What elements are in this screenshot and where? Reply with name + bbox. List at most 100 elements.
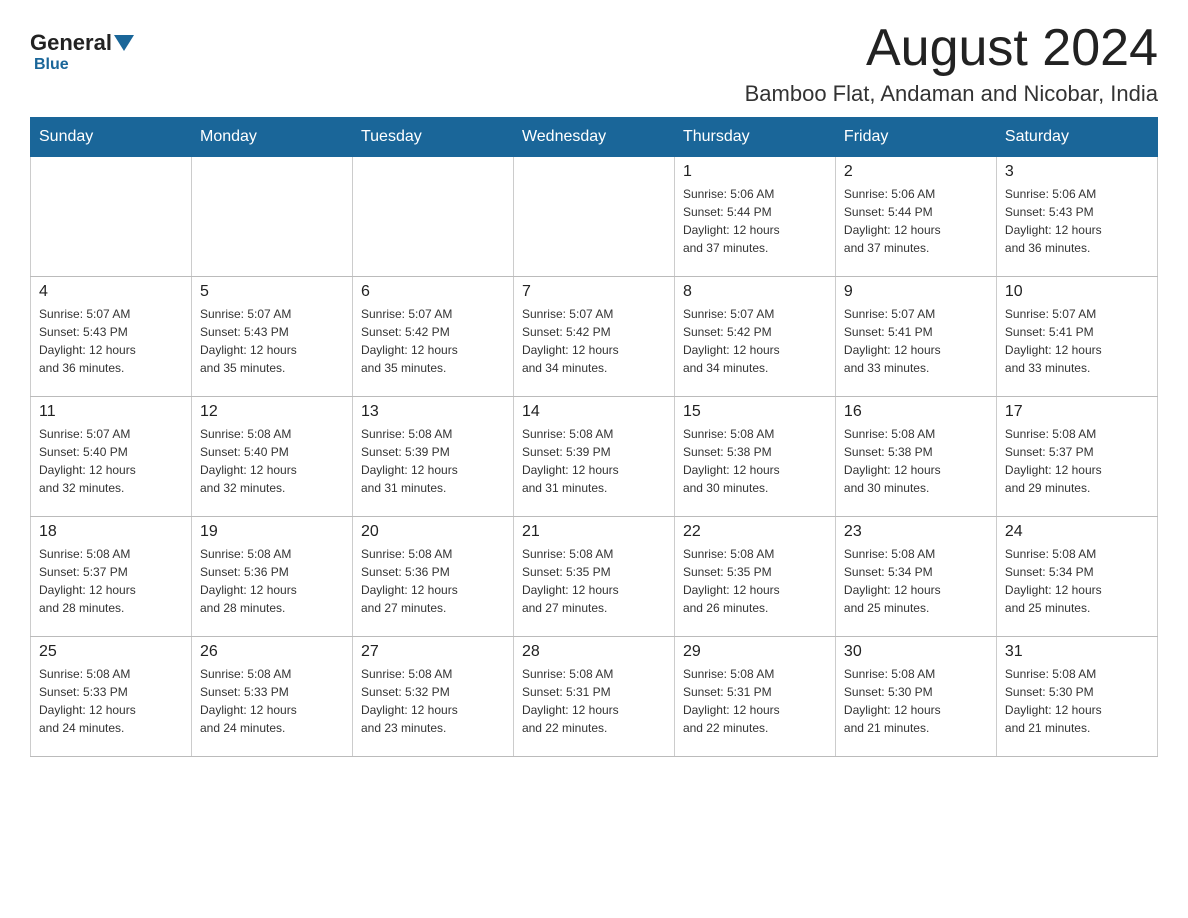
- calendar-cell: 9 Sunrise: 5:07 AM Sunset: 5:41 PM Daylig…: [835, 277, 996, 397]
- day-number: 8: [683, 283, 827, 301]
- day-number: 6: [361, 283, 505, 301]
- day-info: Sunrise: 5:07 AM Sunset: 5:42 PM Dayligh…: [361, 305, 505, 377]
- weekday-header-sunday: Sunday: [31, 118, 192, 157]
- calendar-cell: 16Sunrise: 5:08 AM Sunset: 5:38 PM Dayli…: [835, 397, 996, 517]
- week-row-2: 4 Sunrise: 5:07 AM Sunset: 5:43 PM Daylig…: [31, 277, 1158, 397]
- day-info: Sunrise: 5:07 AM Sunset: 5:42 PM Dayligh…: [522, 305, 666, 377]
- day-info: Sunrise: 5:07 AM Sunset: 5:40 PM Dayligh…: [39, 425, 183, 497]
- day-info: Sunrise: 5:06 AM Sunset: 5:44 PM Dayligh…: [683, 185, 827, 257]
- calendar-cell: [513, 157, 674, 277]
- day-number: 30: [844, 643, 988, 661]
- day-number: 12: [200, 403, 344, 421]
- day-info: Sunrise: 5:08 AM Sunset: 5:36 PM Dayligh…: [200, 545, 344, 617]
- week-row-3: 11Sunrise: 5:07 AM Sunset: 5:40 PM Dayli…: [31, 397, 1158, 517]
- weekday-header-wednesday: Wednesday: [513, 118, 674, 157]
- calendar-cell: 6 Sunrise: 5:07 AM Sunset: 5:42 PM Daylig…: [352, 277, 513, 397]
- day-number: 16: [844, 403, 988, 421]
- day-number: 25: [39, 643, 183, 661]
- calendar-cell: 2 Sunrise: 5:06 AM Sunset: 5:44 PM Daylig…: [835, 157, 996, 277]
- calendar-cell: 25Sunrise: 5:08 AM Sunset: 5:33 PM Dayli…: [31, 637, 192, 757]
- calendar-cell: 22 Sunrise: 5:08 AM Sunset: 5:35 PM Dayli…: [674, 517, 835, 637]
- day-info: Sunrise: 5:08 AM Sunset: 5:40 PM Dayligh…: [200, 425, 344, 497]
- calendar-cell: 18 Sunrise: 5:08 AM Sunset: 5:37 PM Dayli…: [31, 517, 192, 637]
- calendar-cell: 17 Sunrise: 5:08 AM Sunset: 5:37 PM Dayli…: [996, 397, 1157, 517]
- day-info: Sunrise: 5:08 AM Sunset: 5:35 PM Dayligh…: [683, 545, 827, 617]
- day-info: Sunrise: 5:08 AM Sunset: 5:37 PM Dayligh…: [1005, 425, 1149, 497]
- day-info: Sunrise: 5:08 AM Sunset: 5:34 PM Dayligh…: [844, 545, 988, 617]
- day-info: Sunrise: 5:08 AM Sunset: 5:33 PM Dayligh…: [200, 665, 344, 737]
- weekday-header-row: SundayMondayTuesdayWednesdayThursdayFrid…: [31, 118, 1158, 157]
- calendar-cell: 4 Sunrise: 5:07 AM Sunset: 5:43 PM Daylig…: [31, 277, 192, 397]
- day-number: 18: [39, 523, 183, 541]
- day-number: 17: [1005, 403, 1149, 421]
- day-number: 24: [1005, 523, 1149, 541]
- calendar-cell: 24 Sunrise: 5:08 AM Sunset: 5:34 PM Dayli…: [996, 517, 1157, 637]
- week-row-4: 18 Sunrise: 5:08 AM Sunset: 5:37 PM Dayli…: [31, 517, 1158, 637]
- day-info: Sunrise: 5:08 AM Sunset: 5:30 PM Dayligh…: [844, 665, 988, 737]
- day-number: 19: [200, 523, 344, 541]
- logo-arrow-icon: [114, 35, 134, 51]
- day-number: 28: [522, 643, 666, 661]
- day-info: Sunrise: 5:07 AM Sunset: 5:43 PM Dayligh…: [39, 305, 183, 377]
- calendar-title: August 2024: [745, 20, 1158, 77]
- weekday-header-tuesday: Tuesday: [352, 118, 513, 157]
- calendar-cell: [191, 157, 352, 277]
- week-row-1: 1 Sunrise: 5:06 AM Sunset: 5:44 PM Daylig…: [31, 157, 1158, 277]
- calendar-cell: [352, 157, 513, 277]
- day-info: Sunrise: 5:08 AM Sunset: 5:30 PM Dayligh…: [1005, 665, 1149, 737]
- day-number: 31: [1005, 643, 1149, 661]
- day-info: Sunrise: 5:08 AM Sunset: 5:31 PM Dayligh…: [522, 665, 666, 737]
- day-number: 14: [522, 403, 666, 421]
- weekday-header-friday: Friday: [835, 118, 996, 157]
- calendar-cell: 15Sunrise: 5:08 AM Sunset: 5:38 PM Dayli…: [674, 397, 835, 517]
- calendar-table: SundayMondayTuesdayWednesdayThursdayFrid…: [30, 117, 1158, 757]
- day-number: 27: [361, 643, 505, 661]
- calendar-cell: 11Sunrise: 5:07 AM Sunset: 5:40 PM Dayli…: [31, 397, 192, 517]
- day-number: 21: [522, 523, 666, 541]
- day-number: 1: [683, 163, 827, 181]
- calendar-cell: 7 Sunrise: 5:07 AM Sunset: 5:42 PM Daylig…: [513, 277, 674, 397]
- weekday-header-thursday: Thursday: [674, 118, 835, 157]
- logo-general-text: General: [30, 30, 112, 56]
- day-info: Sunrise: 5:06 AM Sunset: 5:43 PM Dayligh…: [1005, 185, 1149, 257]
- calendar-cell: [31, 157, 192, 277]
- day-number: 7: [522, 283, 666, 301]
- weekday-header-monday: Monday: [191, 118, 352, 157]
- day-info: Sunrise: 5:07 AM Sunset: 5:43 PM Dayligh…: [200, 305, 344, 377]
- day-info: Sunrise: 5:07 AM Sunset: 5:41 PM Dayligh…: [844, 305, 988, 377]
- day-number: 29: [683, 643, 827, 661]
- logo: General Blue: [30, 30, 136, 74]
- logo-blue-text: Blue: [34, 56, 69, 73]
- day-number: 4: [39, 283, 183, 301]
- calendar-cell: 19 Sunrise: 5:08 AM Sunset: 5:36 PM Dayli…: [191, 517, 352, 637]
- day-number: 2: [844, 163, 988, 181]
- calendar-cell: 31 Sunrise: 5:08 AM Sunset: 5:30 PM Dayli…: [996, 637, 1157, 757]
- day-info: Sunrise: 5:08 AM Sunset: 5:34 PM Dayligh…: [1005, 545, 1149, 617]
- day-number: 22: [683, 523, 827, 541]
- calendar-cell: 28 Sunrise: 5:08 AM Sunset: 5:31 PM Dayli…: [513, 637, 674, 757]
- day-info: Sunrise: 5:08 AM Sunset: 5:39 PM Dayligh…: [522, 425, 666, 497]
- day-number: 9: [844, 283, 988, 301]
- day-info: Sunrise: 5:08 AM Sunset: 5:32 PM Dayligh…: [361, 665, 505, 737]
- title-block: August 2024 Bamboo Flat, Andaman and Nic…: [745, 20, 1158, 107]
- calendar-cell: 14 Sunrise: 5:08 AM Sunset: 5:39 PM Dayli…: [513, 397, 674, 517]
- week-row-5: 25 Sunrise: 5:08 AM Sunset: 5:33 PM Dayli…: [31, 637, 1158, 757]
- day-number: 10: [1005, 283, 1149, 301]
- day-number: 26: [200, 643, 344, 661]
- calendar-subtitle: Bamboo Flat, Andaman and Nicobar, India: [745, 81, 1158, 107]
- day-info: Sunrise: 5:07 AM Sunset: 5:41 PM Dayligh…: [1005, 305, 1149, 377]
- day-number: 23: [844, 523, 988, 541]
- day-info: Sunrise: 5:06 AM Sunset: 5:44 PM Dayligh…: [844, 185, 988, 257]
- calendar-cell: 10 Sunrise: 5:07 AM Sunset: 5:41 PM Dayli…: [996, 277, 1157, 397]
- day-info: Sunrise: 5:08 AM Sunset: 5:36 PM Dayligh…: [361, 545, 505, 617]
- day-number: 20: [361, 523, 505, 541]
- calendar-cell: 1 Sunrise: 5:06 AM Sunset: 5:44 PM Daylig…: [674, 157, 835, 277]
- day-info: Sunrise: 5:08 AM Sunset: 5:37 PM Dayligh…: [39, 545, 183, 617]
- calendar-cell: 30 Sunrise: 5:08 AM Sunset: 5:30 PM Dayli…: [835, 637, 996, 757]
- page-header: General Blue August 2024 Bamboo Flat, An…: [30, 20, 1158, 107]
- calendar-cell: 23 Sunrise: 5:08 AM Sunset: 5:34 PM Dayli…: [835, 517, 996, 637]
- day-info: Sunrise: 5:07 AM Sunset: 5:42 PM Dayligh…: [683, 305, 827, 377]
- calendar-cell: 13Sunrise: 5:08 AM Sunset: 5:39 PM Dayli…: [352, 397, 513, 517]
- day-number: 15: [683, 403, 827, 421]
- day-number: 13: [361, 403, 505, 421]
